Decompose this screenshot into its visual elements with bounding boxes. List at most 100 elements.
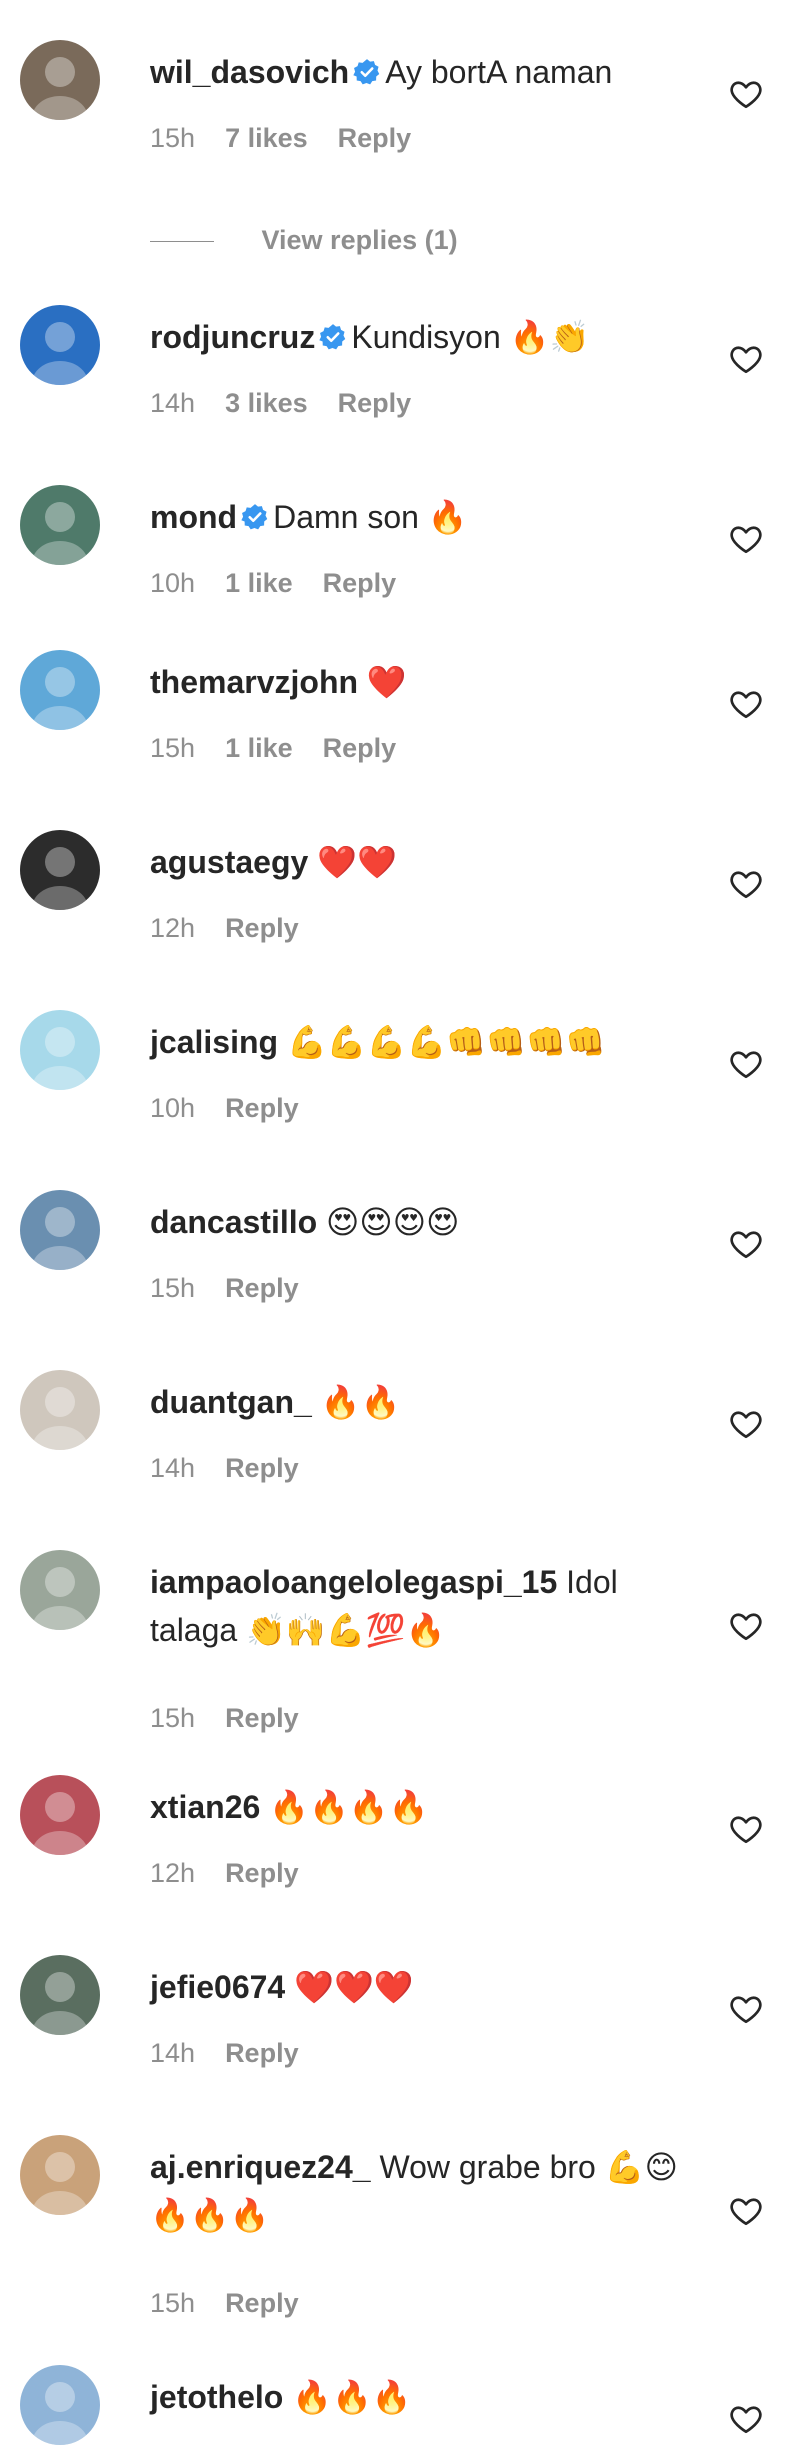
comment-username[interactable]: iampaoloangelolegaspi_15 — [150, 1564, 557, 1600]
comment-time: 15h — [150, 1273, 196, 1303]
comment-body: mond Damn son 🔥 — [150, 493, 690, 541]
comment-text: Damn son 🔥 — [273, 499, 468, 535]
avatar[interactable] — [20, 1190, 100, 1270]
comment-username[interactable]: xtian26 — [150, 1789, 260, 1825]
comment-time: 12h — [150, 913, 196, 943]
avatar[interactable] — [20, 650, 100, 730]
comment-text: 🔥🔥🔥🔥 — [269, 1789, 429, 1825]
comment-time: 14h — [150, 388, 196, 418]
comment-time: 15h — [150, 2288, 196, 2318]
comment-meta: 14h 3 likes Reply — [150, 385, 441, 421]
comment-body: rodjuncruz Kundisyon 🔥👏 — [150, 313, 690, 361]
heart-outline-icon[interactable] — [728, 1046, 764, 1082]
comment-username[interactable]: jetothelo — [150, 2379, 283, 2415]
comment-likes[interactable]: 7 likes — [225, 123, 308, 153]
verified-badge-icon — [319, 323, 346, 349]
avatar[interactable] — [20, 305, 100, 385]
comment-text: ❤️❤️ — [317, 844, 397, 880]
avatar[interactable] — [20, 2135, 100, 2215]
comment-likes[interactable]: 3 likes — [225, 388, 308, 418]
verified-badge-icon — [241, 503, 268, 529]
comment-meta: 14h Reply — [150, 2035, 329, 2071]
heart-outline-icon[interactable] — [728, 1226, 764, 1262]
heart-outline-icon[interactable] — [728, 2401, 764, 2437]
comment-text: 🔥🔥 — [320, 1384, 401, 1420]
comment-username[interactable]: wil_dasovich — [150, 54, 349, 90]
avatar[interactable] — [20, 1010, 100, 1090]
comment-body: agustaegy ❤️❤️ — [150, 838, 690, 886]
replies-divider — [150, 241, 214, 243]
comment-time: 15h — [150, 1703, 196, 1733]
comment-meta: 15h 7 likes Reply — [150, 120, 441, 156]
heart-outline-icon[interactable] — [728, 2193, 764, 2229]
heart-outline-icon[interactable] — [728, 76, 764, 112]
comment-body: themarvzjohn ❤️ — [150, 658, 690, 706]
comment-username[interactable]: dancastillo — [150, 1204, 317, 1240]
reply-button[interactable]: Reply — [225, 1858, 299, 1888]
comment-body: dancastillo 😍😍😍😍 — [150, 1198, 690, 1246]
comment-text: 😍😍😍😍 — [326, 1204, 460, 1240]
verified-badge-icon — [353, 58, 380, 84]
heart-outline-icon[interactable] — [728, 341, 764, 377]
comment-time: 14h — [150, 2038, 196, 2068]
comment-username[interactable]: duantgan_ — [150, 1384, 312, 1420]
heart-outline-icon[interactable] — [728, 1811, 764, 1847]
comment-time: 10h — [150, 1093, 196, 1123]
avatar[interactable] — [20, 485, 100, 565]
comment-meta: 10h 1 like Reply — [150, 565, 426, 601]
heart-outline-icon[interactable] — [728, 1991, 764, 2027]
view-replies-label[interactable]: View replies (1) — [262, 225, 458, 255]
comment-body: iampaoloangelolegaspi_15 Idol talaga 👏🙌💪… — [150, 1558, 690, 1654]
comment-body: jcalising 💪💪💪💪👊👊👊👊 — [150, 1018, 690, 1066]
reply-button[interactable]: Reply — [323, 568, 397, 598]
avatar[interactable] — [20, 830, 100, 910]
heart-outline-icon[interactable] — [728, 866, 764, 902]
comment-username[interactable]: jefie0674 — [150, 1969, 285, 2005]
avatar[interactable] — [20, 40, 100, 120]
reply-button[interactable]: Reply — [225, 2038, 299, 2068]
comment-username[interactable]: rodjuncruz — [150, 319, 315, 355]
comment-meta: 12h Reply — [150, 910, 329, 946]
comment-body: aj.enriquez24_ Wow grabe bro 💪😊🔥🔥🔥 — [150, 2143, 690, 2239]
comment-body: xtian26 🔥🔥🔥🔥 — [150, 1783, 690, 1831]
reply-button[interactable]: Reply — [225, 1273, 299, 1303]
avatar[interactable] — [20, 1955, 100, 2035]
reply-button[interactable]: Reply — [225, 1703, 299, 1733]
heart-outline-icon[interactable] — [728, 1608, 764, 1644]
avatar[interactable] — [20, 1550, 100, 1630]
comment-username[interactable]: aj.enriquez24_ — [150, 2149, 371, 2185]
reply-button[interactable]: Reply — [338, 123, 412, 153]
reply-button[interactable]: Reply — [225, 2288, 299, 2318]
comment-time: 14h — [150, 1453, 196, 1483]
comment-username[interactable]: agustaegy — [150, 844, 308, 880]
comment-meta: 10h Reply — [150, 1090, 329, 1126]
heart-outline-icon[interactable] — [728, 1406, 764, 1442]
reply-button[interactable]: Reply — [225, 1453, 299, 1483]
comment-username[interactable]: themarvzjohn — [150, 664, 358, 700]
avatar[interactable] — [20, 1775, 100, 1855]
avatar[interactable] — [20, 2365, 100, 2445]
comment-text: ❤️❤️❤️ — [294, 1969, 414, 2005]
heart-outline-icon[interactable] — [728, 686, 764, 722]
comment-time: 15h — [150, 123, 196, 153]
comment-body: jetothelo 🔥🔥🔥 — [150, 2373, 690, 2421]
comment-meta: 15h 1 like Reply — [150, 730, 426, 766]
comment-body: jefie0674 ❤️❤️❤️ — [150, 1963, 690, 2011]
comment-time: 12h — [150, 1858, 196, 1888]
comment-likes[interactable]: 1 like — [225, 733, 293, 763]
comment-likes[interactable]: 1 like — [225, 568, 293, 598]
view-replies[interactable]: View replies (1) — [150, 222, 458, 258]
heart-outline-icon[interactable] — [728, 521, 764, 557]
reply-button[interactable]: Reply — [225, 913, 299, 943]
comment-meta: 12h Reply — [150, 1855, 329, 1891]
reply-button[interactable]: Reply — [225, 1093, 299, 1123]
comment-text: 💪💪💪💪👊👊👊👊 — [286, 1024, 606, 1060]
reply-button[interactable]: Reply — [338, 388, 412, 418]
comment-text: Kundisyon 🔥👏 — [351, 319, 590, 355]
comment-username[interactable]: jcalising — [150, 1024, 278, 1060]
comment-meta: 15h Reply — [150, 2285, 329, 2321]
avatar[interactable] — [20, 1370, 100, 1450]
comment-username[interactable]: mond — [150, 499, 237, 535]
reply-button[interactable]: Reply — [323, 733, 397, 763]
comment-text: ❤️ — [366, 664, 407, 700]
